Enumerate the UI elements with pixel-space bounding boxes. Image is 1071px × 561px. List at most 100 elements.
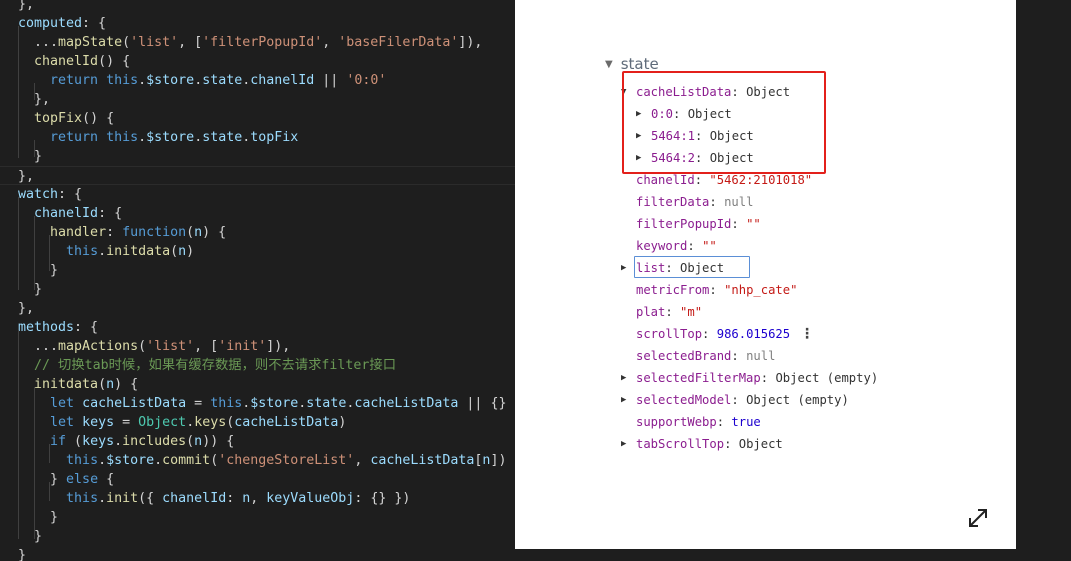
code-token: this (210, 396, 243, 411)
code-token: n (106, 377, 115, 392)
expand-triangle-icon[interactable]: ▶ (621, 257, 626, 279)
code-token: ( (138, 339, 147, 354)
code-token: initdata (34, 377, 99, 392)
editor-background-strip (1016, 0, 1071, 561)
code-token: state (202, 73, 243, 88)
code-token: keys (82, 434, 115, 449)
state-property-filterData: filterData: null (636, 191, 753, 213)
code-token: }, (18, 0, 35, 12)
state-property-supportWebp: supportWebp: true (636, 411, 761, 433)
kebab-menu-icon[interactable]: ⋮ (800, 323, 814, 345)
code-token: chanelId (250, 73, 315, 88)
property-value: "m" (680, 305, 703, 319)
code-token: includes (122, 434, 187, 449)
code-token: else (66, 472, 99, 487)
property-key: plat (636, 305, 666, 319)
indent-guide (18, 26, 19, 158)
property-separator: : (702, 327, 717, 341)
collapse-triangle-icon[interactable]: ▼ (605, 59, 613, 70)
code-line: return this.$store.state.topFix (0, 128, 515, 147)
indent-guide (34, 216, 35, 290)
code-token: , [ (178, 35, 203, 50)
code-token: state (202, 130, 243, 145)
code-token: this (106, 130, 139, 145)
code-token: '0:0' (346, 73, 387, 88)
code-token: : { (58, 187, 83, 202)
property-key: keyword (636, 239, 688, 253)
code-token: Object (138, 415, 187, 430)
expand-triangle-icon[interactable]: ▶ (621, 433, 626, 455)
code-line: } (0, 508, 515, 527)
property-value: "" (702, 239, 717, 253)
code-token: 'list' (146, 339, 195, 354)
property-key: filterData (636, 195, 710, 209)
code-token: function (122, 225, 187, 240)
code-token: return (50, 130, 99, 145)
code-editor[interactable]: }, computed: { ...mapState('list', ['filt… (0, 0, 515, 561)
code-token: ( (186, 434, 195, 449)
code-line: return this.$store.state.chanelId || '0:… (0, 71, 515, 90)
property-key: filterPopupId (636, 217, 732, 231)
code-token: cacheListData (234, 415, 339, 430)
property-value: 986.015625 (716, 327, 791, 341)
code-token: let (50, 415, 75, 430)
code-token: $store (146, 73, 195, 88)
code-token: : { (98, 206, 123, 221)
code-token: , (250, 491, 267, 506)
code-token: : (106, 225, 123, 240)
code-token: } (18, 472, 67, 487)
code-token: this (66, 453, 99, 468)
state-property-selectedFilterMap[interactable]: ▶ selectedFilterMap: Object (empty) (621, 367, 879, 389)
property-value: null (746, 349, 776, 363)
property-key: tabScrollTop (636, 437, 725, 451)
property-separator: : (724, 437, 739, 451)
property-separator: : (709, 283, 725, 297)
code-token: . (154, 453, 163, 468)
code-token: topFix (34, 111, 83, 126)
property-separator: : (709, 195, 725, 209)
state-property-filterPopupId: filterPopupId: "" (636, 213, 761, 235)
code-line: chanelId: { (0, 204, 515, 223)
code-line: } else { (0, 470, 515, 489)
code-token: cacheListData (82, 396, 187, 411)
indent-guide (34, 83, 35, 100)
code-token: ) (338, 415, 347, 430)
editor-background-strip (515, 549, 1016, 561)
code-token: . (138, 73, 147, 88)
property-value: "5462:2101018" (709, 173, 813, 187)
code-token: 'filterPopupId' (202, 35, 323, 50)
indent-guide (18, 197, 19, 290)
code-token: 'chengeStoreList' (218, 453, 355, 468)
code-token: methods (18, 320, 75, 335)
expand-triangle-icon[interactable]: ▶ (621, 389, 626, 411)
code-token: ]), (458, 35, 483, 50)
code-token: if (50, 434, 67, 449)
expand-arrows-icon[interactable] (966, 506, 990, 530)
property-value: Object (empty) (775, 371, 879, 385)
code-token: ( (98, 377, 107, 392)
code-token: this (66, 491, 99, 506)
property-separator: : (731, 393, 747, 407)
state-property-selectedModel[interactable]: ▶ selectedModel: Object (empty) (621, 389, 849, 411)
code-token: . (194, 73, 203, 88)
code-token: : { (82, 16, 107, 31)
code-line: computed: { (0, 14, 515, 33)
code-token: // 切换tab时候，如果有缓存数据，则不去请求filter接口 (18, 358, 397, 373)
code-token: ... (18, 35, 59, 50)
code-line: initdata(n) { (0, 375, 515, 394)
state-property-tabScrollTop[interactable]: ▶ tabScrollTop: Object (621, 433, 783, 455)
code-token: $store (146, 130, 195, 145)
property-key: scrollTop (636, 327, 703, 341)
code-token: || {} (458, 396, 507, 411)
code-token: }, (18, 301, 35, 316)
code-line: ...mapState('list', ['filterPopupId', 'b… (0, 33, 515, 52)
code-token: . (186, 415, 195, 430)
code-token: } (18, 263, 59, 278)
code-token: , (322, 35, 339, 50)
code-token: ( (66, 434, 83, 449)
expand-triangle-icon[interactable]: ▶ (621, 367, 626, 389)
